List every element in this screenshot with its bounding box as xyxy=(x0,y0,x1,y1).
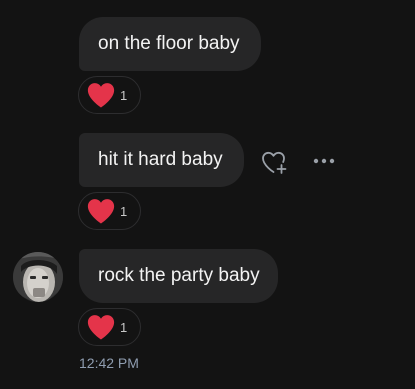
message-thread: on the floor baby 1 hit it hard baby 1 r… xyxy=(0,0,415,389)
message-timestamp: 12:42 PM xyxy=(79,355,139,371)
message-bubble[interactable]: on the floor baby xyxy=(79,17,261,71)
heart-plus-icon[interactable] xyxy=(260,148,288,176)
reaction-count: 1 xyxy=(120,320,128,335)
reaction-pill[interactable]: 1 xyxy=(78,76,141,114)
more-horizontal-icon[interactable] xyxy=(312,155,336,167)
reaction-pill[interactable]: 1 xyxy=(78,308,141,346)
avatar-photo xyxy=(13,252,63,302)
heart-icon xyxy=(87,199,115,224)
message-bubble[interactable]: hit it hard baby xyxy=(79,133,244,187)
reaction-pill[interactable]: 1 xyxy=(78,192,141,230)
avatar[interactable] xyxy=(13,252,63,302)
reaction-count: 1 xyxy=(120,88,128,103)
message-bubble[interactable]: rock the party baby xyxy=(79,249,278,303)
heart-icon xyxy=(87,83,115,108)
heart-icon xyxy=(87,315,115,340)
reaction-count: 1 xyxy=(120,204,128,219)
